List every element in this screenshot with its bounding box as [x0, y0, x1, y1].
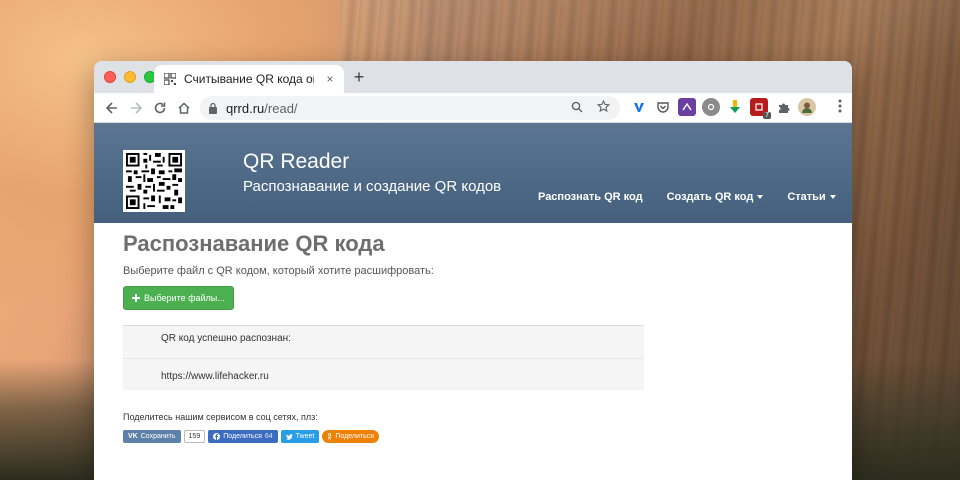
plus-icon	[132, 294, 140, 302]
tab-close-icon[interactable]: ×	[322, 72, 338, 86]
vk-share-label: Сохранить	[140, 433, 176, 440]
choose-files-button[interactable]: Выберите файлы...	[123, 286, 234, 310]
nav-item-read-label: Распознать QR код	[538, 191, 643, 203]
new-tab-button[interactable]: +	[348, 67, 370, 88]
extension-v-icon[interactable]	[630, 98, 648, 116]
zoom-search-icon[interactable]	[568, 101, 586, 116]
profile-avatar[interactable]	[798, 98, 816, 116]
nav-item-read[interactable]: Распознать QR код	[538, 191, 643, 203]
reload-icon[interactable]	[148, 96, 172, 120]
qr-favicon-icon	[164, 73, 176, 85]
facebook-share-count: 64	[264, 433, 273, 440]
twitter-share-label: Tweet	[295, 433, 315, 440]
result-panel: QR код успешно распознан: https://www.li…	[123, 325, 644, 390]
site-subtitle: Распознавание и создание QR кодов	[243, 178, 502, 195]
extension-red-icon[interactable]: 7	[750, 98, 771, 119]
facebook-share-button[interactable]: Поделиться 64	[208, 430, 278, 443]
address-bar[interactable]: qrrd.ru/read/	[200, 96, 620, 120]
facebook-share-label: Поделиться	[223, 433, 262, 440]
vk-share-button[interactable]: VK Сохранить	[123, 430, 181, 443]
main-content: Распознавание QR кода Выберите файл с QR…	[123, 231, 644, 443]
web-page: QR Reader Распознавание и создание QR ко…	[94, 123, 852, 480]
odnoklassniki-share-button[interactable]: Поделиться	[322, 430, 380, 443]
browser-menu-icon[interactable]	[838, 99, 842, 116]
home-icon[interactable]	[172, 96, 196, 120]
url-path: /read/	[264, 100, 298, 116]
extension-purple-icon[interactable]	[678, 98, 696, 116]
extensions-area: 7	[630, 98, 816, 119]
odnoklassniki-share-label: Поделиться	[335, 433, 375, 440]
pocket-icon[interactable]	[654, 98, 672, 116]
vk-share-count: 159	[183, 430, 206, 443]
url-host: qrrd.ru	[226, 100, 265, 116]
result-value: https://www.lifehacker.ru	[123, 358, 644, 390]
download-arrow-icon[interactable]	[726, 98, 744, 116]
facebook-icon	[213, 433, 221, 440]
twitter-share-button[interactable]: Tweet	[280, 430, 320, 443]
instruction-text: Выберите файл с QR кодом, который хотите…	[123, 265, 434, 277]
browser-window: Считывание QR кода онлайн × + qrrd.ru/re…	[94, 61, 852, 480]
vk-icon: VK	[128, 433, 138, 440]
share-buttons: VK Сохранить 159 Поделиться 64 Tweet Под…	[123, 430, 643, 443]
tab-title: Считывание QR кода онлайн	[184, 72, 314, 86]
qr-code-icon	[126, 153, 182, 209]
nav-item-create[interactable]: Создать QR код	[667, 191, 764, 203]
bookmark-star-icon[interactable]	[594, 99, 612, 116]
forward-arrow-icon[interactable]	[124, 96, 148, 120]
tab-active[interactable]: Считывание QR кода онлайн ×	[154, 65, 344, 93]
tab-strip: Считывание QR кода онлайн × +	[94, 61, 852, 93]
result-label: QR код успешно распознан:	[161, 333, 291, 344]
page-title: Распознавание QR кода	[123, 231, 385, 256]
caret-down-icon	[829, 195, 836, 200]
minimize-window-button[interactable]	[124, 71, 136, 83]
puzzle-extensions-icon[interactable]	[774, 98, 792, 116]
close-window-button[interactable]	[104, 71, 116, 83]
site-nav: Распознать QR код Создать QR код Статьи	[538, 191, 836, 203]
back-arrow-icon[interactable]	[100, 96, 124, 120]
site-header: QR Reader Распознавание и создание QR ко…	[94, 123, 852, 223]
site-title[interactable]: QR Reader	[243, 150, 349, 174]
nav-item-create-label: Создать QR код	[666, 191, 754, 203]
nav-item-articles-label: Статьи	[787, 191, 826, 203]
choose-files-label: Выберите файлы...	[144, 293, 225, 303]
url-text: qrrd.ru/read/	[226, 101, 560, 116]
browser-toolbar: qrrd.ru/read/ 7	[94, 93, 852, 123]
qr-logo[interactable]	[123, 150, 185, 212]
twitter-bird-icon	[285, 433, 293, 440]
odnoklassniki-icon	[328, 433, 332, 440]
caret-down-icon	[757, 195, 764, 200]
extension-badge: 7	[763, 112, 771, 119]
share-prompt: Поделитесь нашим сервисом в соц сетях, п…	[123, 412, 318, 422]
nav-item-articles[interactable]: Статьи	[787, 191, 836, 203]
extension-grey-circle-icon[interactable]	[702, 98, 720, 116]
lock-icon	[209, 102, 217, 114]
